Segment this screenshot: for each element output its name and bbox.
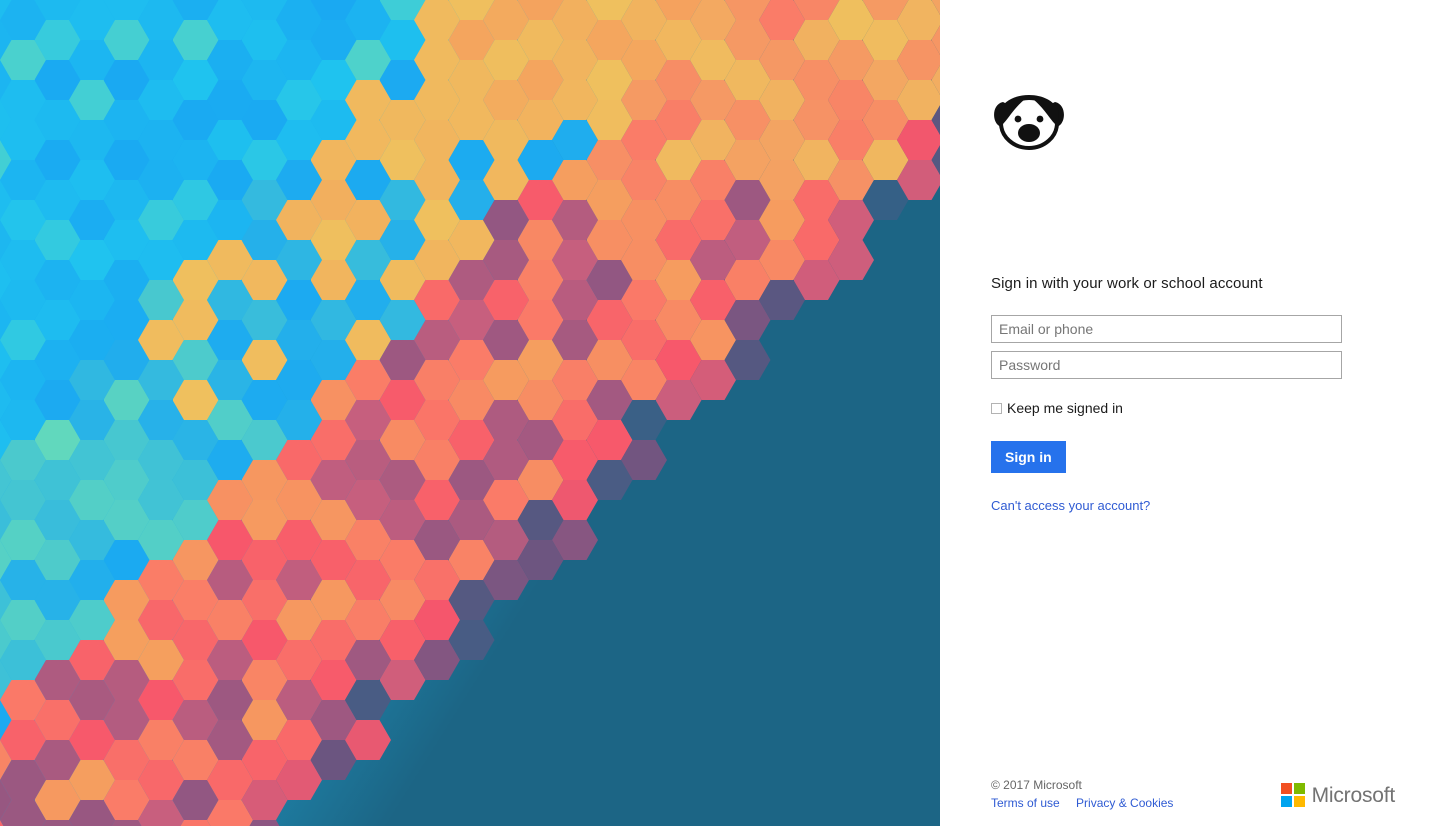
- microsoft-squares-icon: [1280, 783, 1305, 807]
- privacy-cookies-link[interactable]: Privacy & Cookies: [1076, 796, 1173, 810]
- cant-access-account-link[interactable]: Can't access your account?: [991, 497, 1351, 515]
- signin-button[interactable]: Sign in: [991, 441, 1066, 473]
- keep-signed-in-label[interactable]: Keep me signed in: [1007, 400, 1123, 416]
- copyright-text: © 2017 Microsoft: [991, 778, 1082, 792]
- microsoft-wordmark: Microsoft: [1311, 783, 1396, 807]
- signin-page: Sign in with your work or school account…: [0, 0, 1440, 826]
- footer-legal: © 2017 Microsoft Terms of use Privacy & …: [991, 777, 1173, 812]
- signin-panel: Sign in with your work or school account…: [940, 0, 1440, 826]
- email-input[interactable]: [991, 315, 1342, 343]
- hexagon-tile-layer: [0, 0, 940, 826]
- signin-form: Sign in with your work or school account…: [991, 274, 1351, 515]
- logo-square-green: [1293, 783, 1305, 794]
- logo-square-red: [1280, 783, 1292, 794]
- dog-face-icon: [991, 88, 1067, 154]
- terms-of-use-link[interactable]: Terms of use: [991, 796, 1060, 810]
- logo-square-yellow: [1293, 796, 1305, 807]
- hexagon-mosaic-artwork: [0, 0, 940, 826]
- microsoft-logo: Microsoft: [1280, 783, 1396, 807]
- footer-links: Terms of use Privacy & Cookies: [991, 795, 1173, 812]
- keep-signed-in-row: Keep me signed in: [991, 400, 1351, 416]
- footer: © 2017 Microsoft Terms of use Privacy & …: [991, 777, 1395, 812]
- logo-square-blue: [1280, 796, 1292, 807]
- password-input[interactable]: [991, 351, 1342, 379]
- keep-signed-in-checkbox[interactable]: [991, 402, 1002, 414]
- page-title: Sign in with your work or school account: [991, 275, 1263, 292]
